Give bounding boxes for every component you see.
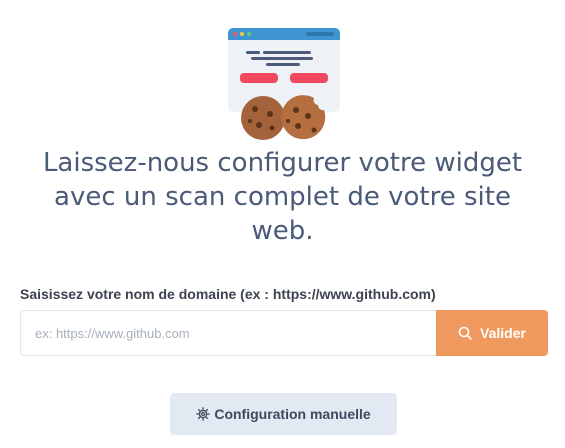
domain-input[interactable] <box>20 310 438 356</box>
validate-button-label: Valider <box>480 325 526 341</box>
cookie-browser-illustration <box>226 26 346 144</box>
manual-configuration-button[interactable]: Configuration manuelle <box>170 393 397 435</box>
validate-button[interactable]: Valider <box>436 310 548 356</box>
domain-field-label: Saisissez votre nom de domaine (ex : htt… <box>20 286 436 302</box>
manual-configuration-label: Configuration manuelle <box>214 406 371 422</box>
page-headline: Laissez-nous configurer votre widget ave… <box>42 148 523 246</box>
search-icon <box>458 326 472 340</box>
gear-icon <box>196 407 211 421</box>
